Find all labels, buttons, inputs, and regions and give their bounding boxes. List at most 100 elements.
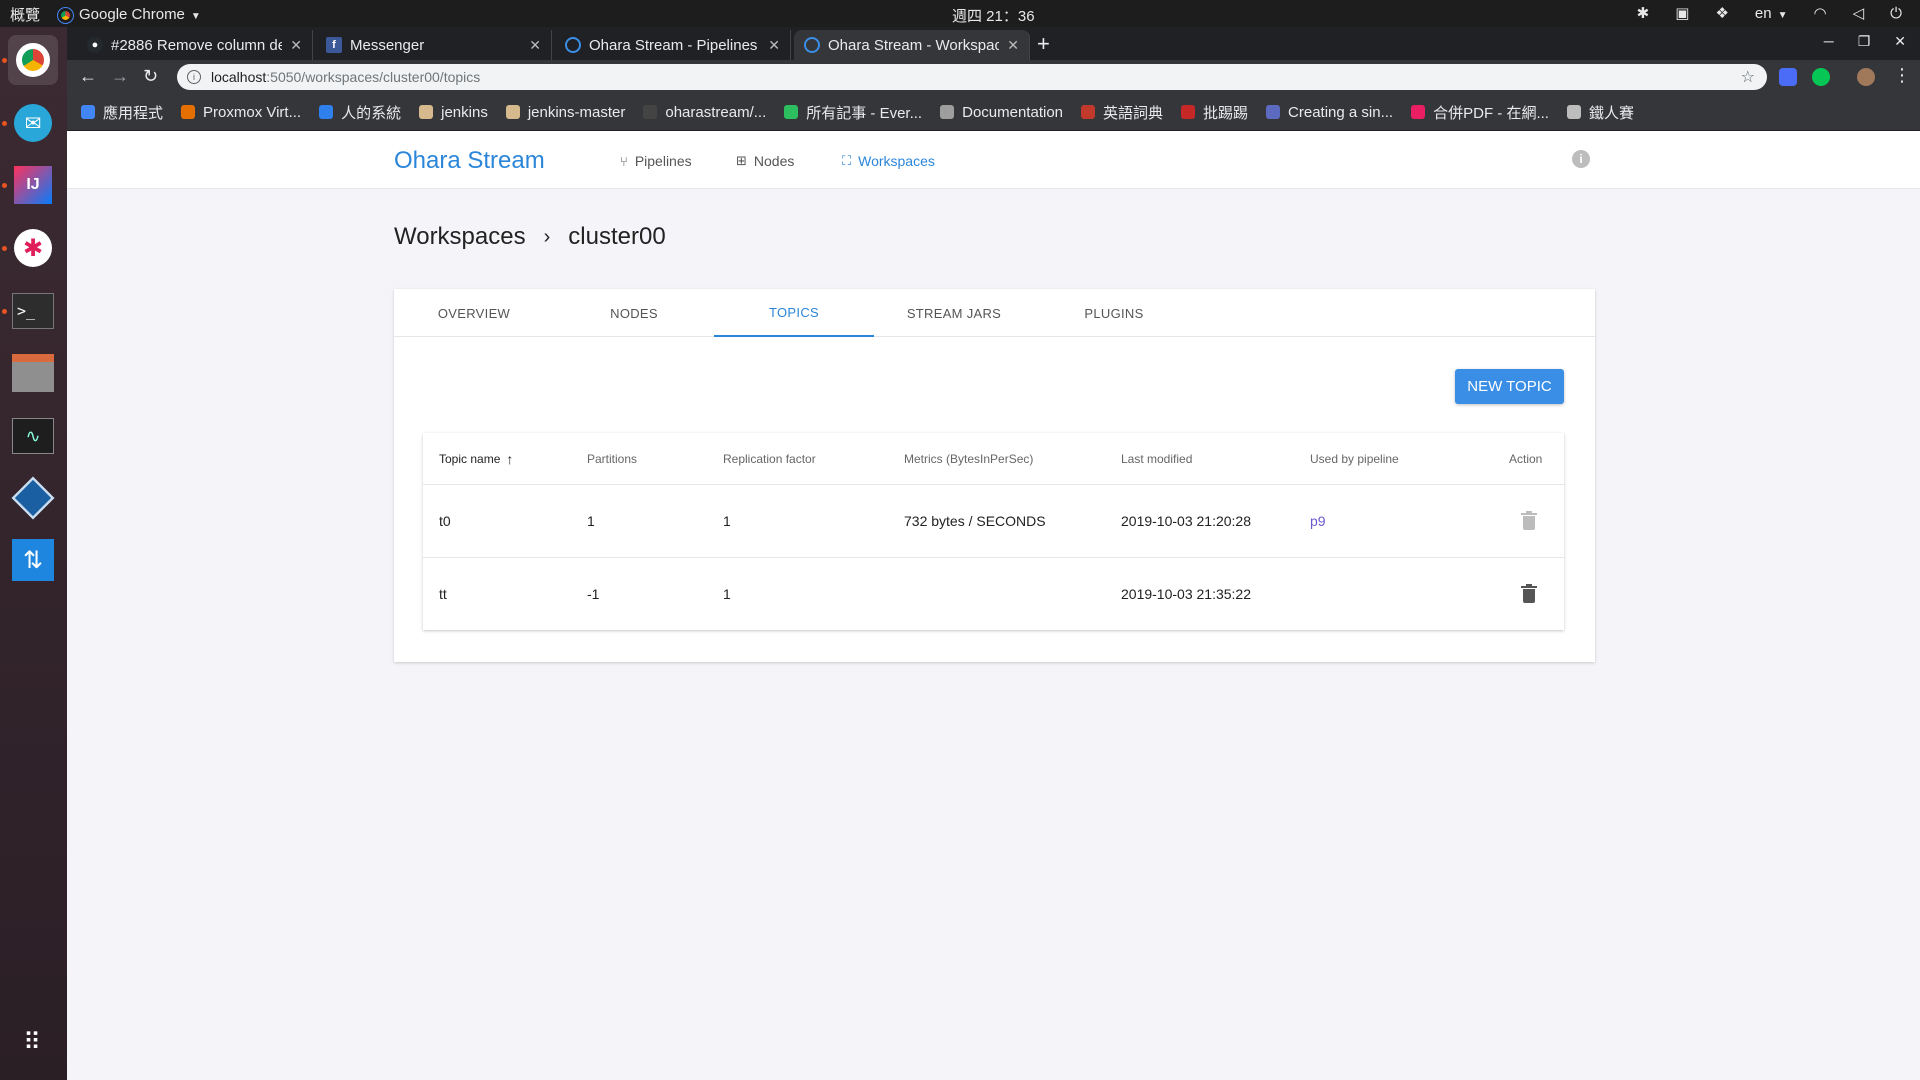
nav-workspaces[interactable]: ⛶ Workspaces [842, 153, 935, 169]
window-controls: ─ ❐ ✕ [1824, 33, 1906, 50]
tab-title: #2886 Remove column de [111, 36, 283, 54]
app-menu[interactable]: Google Chrome ▼ [57, 6, 201, 24]
bookmark-favicon-icon [940, 105, 955, 119]
bookmark-label: Documentation [962, 103, 1064, 121]
bookmark-item[interactable]: jenkins-master [505, 104, 625, 121]
dock-files[interactable] [8, 348, 58, 398]
forward-arrow-icon[interactable]: → [111, 66, 129, 87]
back-arrow-icon[interactable]: ← [79, 66, 97, 87]
ohara-icon [565, 37, 581, 53]
dock-mail[interactable]: ✉ [8, 98, 58, 148]
close-window-icon[interactable]: ✕ [1894, 33, 1906, 50]
dropbox-tray-icon[interactable]: ❖ [1715, 4, 1728, 22]
site-info-icon[interactable]: i [187, 70, 201, 84]
close-tab-icon[interactable]: ✕ [1007, 37, 1019, 54]
line-extension-icon[interactable] [1812, 68, 1830, 86]
column-header-label: Topic name [439, 451, 501, 466]
bookmark-item[interactable]: 應用程式 [81, 102, 163, 123]
running-indicator [2, 309, 7, 314]
tab-plugins[interactable]: PLUGINS [1034, 289, 1194, 337]
slack-tray-icon[interactable]: ✱ [1637, 4, 1650, 22]
bookmark-favicon-icon [419, 105, 434, 119]
breadcrumb-current: cluster00 [568, 223, 666, 250]
maximize-icon[interactable]: ❐ [1858, 33, 1871, 50]
show-applications-button[interactable]: ⠿ [8, 1017, 58, 1067]
brand-logo[interactable]: Ohara Stream [394, 147, 545, 175]
activities-button[interactable]: 概覽 [10, 4, 40, 25]
tab-overview[interactable]: OVERVIEW [394, 289, 554, 337]
bookmark-item[interactable]: Documentation [940, 104, 1063, 121]
column-header-action: Action [1509, 451, 1543, 466]
bookmark-item[interactable]: jenkins [419, 104, 488, 121]
new-topic-button[interactable]: NEW TOPIC [1455, 369, 1564, 404]
browser-menu-icon[interactable]: ⋮ [1893, 65, 1911, 86]
tab-title: Messenger [350, 36, 425, 54]
bookmark-item[interactable]: 所有記事 - Ever... [784, 102, 922, 123]
nav-nodes[interactable]: ⊞ Nodes [736, 153, 794, 169]
system-clock[interactable]: 週四 21：36 [952, 5, 1035, 26]
column-header-replication: Replication factor [723, 451, 816, 466]
launcher-dock: ✉ IJ ✱ >_ ∿ ⇅ ⠿ [0, 27, 67, 1080]
dock-update-manager[interactable]: ⇅ [8, 535, 58, 585]
browser-tab-active[interactable]: Ohara Stream - Workspac ✕ [794, 30, 1030, 60]
keyboard-layout-menu[interactable]: en ▼ [1755, 5, 1788, 22]
display-tray-icon[interactable]: ▣ [1675, 4, 1689, 22]
pipeline-link[interactable]: p9 [1310, 485, 1326, 557]
close-tab-icon[interactable]: ✕ [290, 37, 302, 54]
browser-toolbar: ← → ↻ i localhost:5050/workspaces/cluste… [67, 60, 1920, 94]
reload-icon[interactable]: ↻ [143, 66, 158, 87]
tab-stream-jars[interactable]: STREAM JARS [874, 289, 1034, 337]
trash-icon[interactable] [1521, 511, 1537, 530]
bookmark-item[interactable]: 英語詞典 [1081, 102, 1163, 123]
bookmark-item[interactable]: 鐵人賽 [1566, 102, 1634, 123]
action-cell [1509, 485, 1537, 557]
breadcrumb-root[interactable]: Workspaces [394, 223, 526, 251]
bookmark-star-icon[interactable]: ☆ [1741, 67, 1755, 87]
dock-chrome[interactable] [8, 35, 58, 85]
close-tab-icon[interactable]: ✕ [529, 37, 541, 54]
nav-pipelines[interactable]: ⑂ Pipelines [620, 153, 692, 169]
running-indicator [2, 183, 7, 188]
running-indicator [2, 58, 7, 63]
system-top-panel: 概覽 Google Chrome ▼ 週四 21：36 ✱ ▣ ❖ en ▼ ◠ ◁… [0, 0, 1920, 27]
bookmark-favicon-icon [1081, 105, 1096, 119]
bookmark-favicon-icon [1411, 105, 1426, 119]
browser-tab[interactable]: Ohara Stream - Pipelines ✕ [555, 30, 791, 60]
bookmark-item[interactable]: 批踢踢 [1181, 102, 1248, 123]
address-bar[interactable]: i localhost:5050/workspaces/cluster00/to… [177, 64, 1767, 90]
tab-title: Ohara Stream - Pipelines [589, 36, 758, 54]
bookmark-item[interactable]: Creating a sin... [1266, 104, 1393, 121]
dock-virtualbox[interactable] [8, 473, 58, 523]
column-header-topic-name[interactable]: Topic name ↑ [439, 433, 513, 484]
info-icon[interactable]: i [1572, 150, 1590, 168]
bookmark-favicon-icon [784, 105, 799, 119]
bookmark-item[interactable]: oharastream/... [643, 104, 766, 121]
dock-system-monitor[interactable]: ∿ [8, 411, 58, 461]
dock-intellij[interactable]: IJ [8, 160, 58, 210]
dock-slack[interactable]: ✱ [8, 223, 58, 273]
replication-factor: 1 [723, 586, 731, 602]
profile-avatar[interactable] [1857, 68, 1875, 86]
bookmark-item[interactable]: 人的系統 [319, 102, 401, 123]
minimize-icon[interactable]: ─ [1824, 33, 1834, 50]
power-icon[interactable]: ⏻ [1890, 5, 1902, 22]
tab-nodes[interactable]: NODES [554, 289, 714, 337]
translate-extension-icon[interactable] [1779, 68, 1797, 86]
tab-topics[interactable]: TOPICS [714, 289, 874, 337]
dock-terminal[interactable]: >_ [8, 286, 58, 336]
url-path: :5050/workspaces/cluster00/topics [266, 69, 481, 85]
bookmark-item[interactable]: Proxmox Virt... [181, 104, 301, 121]
new-tab-button[interactable]: + [1037, 31, 1050, 57]
trash-icon[interactable] [1521, 584, 1537, 603]
browser-tab[interactable]: ● #2886 Remove column de ✕ [77, 30, 313, 60]
table-row: tt -1 1 2019-10-03 21:35:22 [423, 558, 1564, 630]
volume-icon[interactable]: ◁ [1853, 4, 1865, 22]
wifi-icon[interactable]: ◠ [1813, 4, 1826, 22]
close-tab-icon[interactable]: ✕ [768, 37, 780, 54]
column-header-metrics: Metrics (BytesInPerSec) [904, 451, 1034, 466]
app-menu-label: Google Chrome [79, 6, 185, 23]
browser-tab[interactable]: f Messenger ✕ [316, 30, 552, 60]
ohara-icon [804, 37, 820, 53]
bookmark-item[interactable]: 合併PDF - 在網... [1411, 102, 1549, 123]
app-grid-icon: ⠿ [23, 1028, 43, 1056]
